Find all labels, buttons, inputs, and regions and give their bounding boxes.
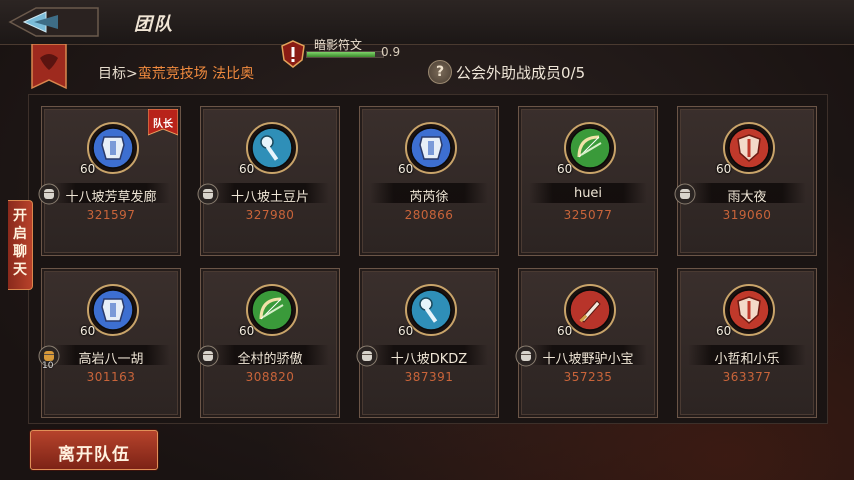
warning-shield-icon [281,40,305,68]
leader-label: 队长 [153,119,173,130]
rune-progress-fill [307,52,376,57]
team-member-grid: 60 十八坡芳草发廊 321597 队长 60 十八坡土豆片 327980 60 芮芮徐 28… [28,94,828,424]
member-power: 363377 [722,370,772,384]
member-level: 60 [80,162,96,176]
member-name: 十八坡芳草发廊 [65,190,157,205]
member-name: huei [573,186,603,201]
member-power: 327980 [245,208,295,222]
member-card[interactable]: 60 十八坡土豆片 327980 [197,106,340,256]
member-card[interactable]: 60 10 高岩八一胡 301163 [38,268,181,418]
target-location[interactable]: 蛮荒竞技场 法比奥 [138,66,254,82]
member-power: 319060 [722,208,772,222]
member-name: 小哲和小乐 [714,352,780,367]
member-level: 60 [716,162,732,176]
member-card[interactable]: 60 十八坡野驴小宝 357235 [515,268,658,418]
member-level: 60 [80,324,96,338]
rank-number: 10 [42,361,54,371]
top-bar: 团队 [0,0,854,45]
open-chat-button[interactable]: 开启聊天 [8,200,33,290]
rune-progress-bar [306,51,384,58]
member-name: 十八坡野驴小宝 [542,352,634,367]
member-card[interactable]: 60 十八坡DKDZ 387391 [356,268,499,418]
member-card[interactable]: 60 十八坡芳草发廊 321597 队长 [38,106,181,256]
help-icon[interactable]: ? [428,60,452,84]
member-power: 308820 [245,370,295,384]
member-power: 357235 [563,370,613,384]
member-card[interactable]: 60 雨大夜 319060 [674,106,817,256]
team-banner-icon [31,44,67,90]
target-prefix: 目标> [98,66,138,82]
member-name: 高岩八一胡 [78,352,144,367]
target-text: 目标>蛮荒竞技场 法比奥 [98,63,254,83]
member-power: 321597 [86,208,136,222]
member-level: 60 [557,162,573,176]
member-name: 雨大夜 [727,190,767,205]
member-level: 60 [239,162,255,176]
back-button[interactable] [6,4,102,40]
member-power: 301163 [86,370,136,384]
member-power: 280866 [404,208,454,222]
member-power: 387391 [404,370,454,384]
rune-value: 0.9 [381,45,401,59]
rune-status: 暗影符文 0.9 [278,38,418,68]
member-level: 60 [716,324,732,338]
member-level: 60 [398,162,414,176]
open-chat-label: 开启聊天 [13,208,27,278]
member-card[interactable]: 60 全村的骄傲 308820 [197,268,340,418]
leave-team-label: 离开队伍 [58,445,130,465]
member-level: 60 [557,324,573,338]
member-name: 全村的骄傲 [237,352,303,367]
member-name: 芮芮徐 [409,190,449,205]
page-title: 团队 [134,14,174,35]
leave-team-button[interactable]: 离开队伍 [30,430,158,470]
guild-helper-count: 公会外助战成员0/5 [456,64,586,82]
member-card[interactable]: 60 小哲和小乐 363377 [677,268,817,418]
member-name: 十八坡土豆片 [230,190,309,205]
member-level: 60 [239,324,255,338]
member-card[interactable]: 60 huei 325077 [518,106,658,256]
member-level: 60 [398,324,414,338]
member-power: 325077 [563,208,613,222]
leader-badge: 队长 [148,109,178,139]
member-card[interactable]: 60 芮芮徐 280866 [359,106,499,256]
member-name: 十八坡DKDZ [390,352,468,367]
